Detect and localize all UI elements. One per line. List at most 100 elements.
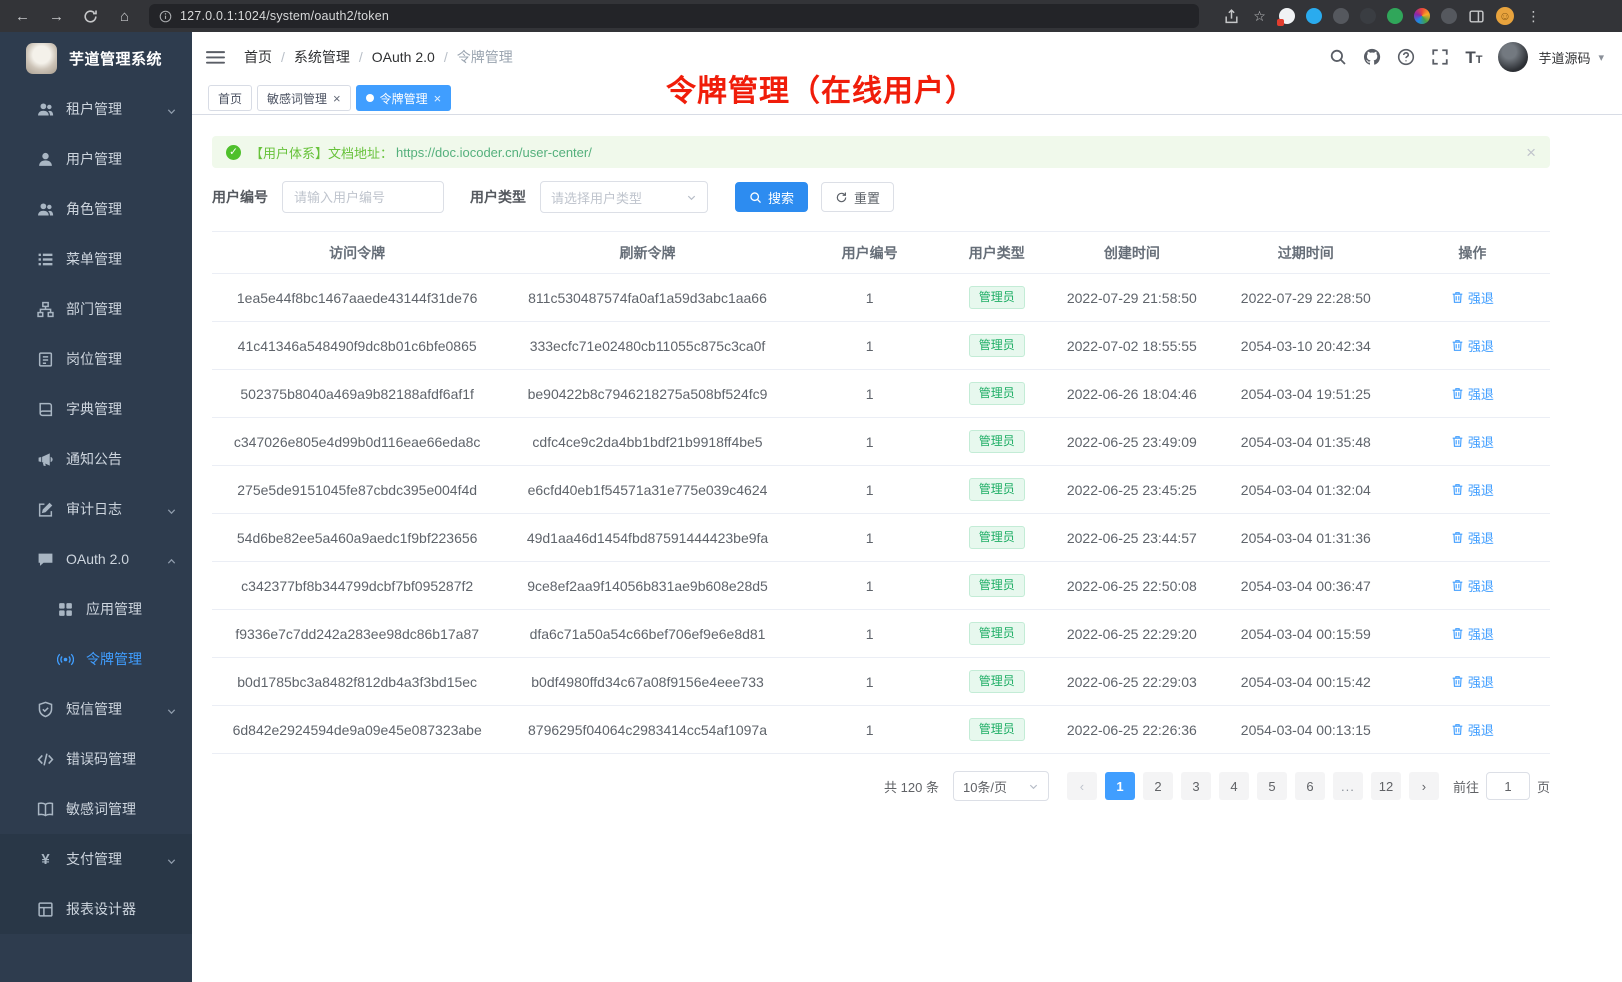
pagination-ellipsis[interactable]: ...: [1333, 772, 1363, 800]
search-button-label: 搜索: [768, 188, 794, 207]
tab-sensitive-word[interactable]: 敏感词管理 ×: [257, 85, 351, 111]
close-tab-icon[interactable]: ×: [333, 92, 341, 105]
sidebar-item-errcode[interactable]: 错误码管理: [0, 734, 192, 784]
reload-icon[interactable]: [82, 8, 99, 25]
force-logout-button[interactable]: 强退: [1451, 432, 1494, 451]
sidebar-item-role[interactable]: 角色管理: [0, 184, 192, 234]
user-type-badge: 管理员: [969, 718, 1025, 741]
access-token-cell: c347026e805e4d99b0d116eae66eda8c: [212, 418, 502, 466]
sidebar-item-menu[interactable]: 菜单管理: [0, 234, 192, 284]
font-size-icon[interactable]: TT: [1465, 49, 1482, 66]
force-logout-button[interactable]: 强退: [1451, 720, 1494, 739]
extension-icon[interactable]: [1279, 8, 1295, 24]
force-logout-button[interactable]: 强退: [1451, 624, 1494, 643]
search-icon: [749, 191, 762, 204]
force-logout-button[interactable]: 强退: [1451, 384, 1494, 403]
github-icon[interactable]: [1363, 48, 1381, 66]
pagination-page-6[interactable]: 6: [1295, 772, 1325, 800]
access-token-cell: 275e5de9151045fe87cbdc395e004f4d: [212, 466, 502, 514]
page-size-select[interactable]: 10条/页: [953, 771, 1049, 801]
refresh-token-cell: dfa6c71a50a54c66bef706ef9e6e8d81: [502, 610, 792, 658]
extension-icon[interactable]: [1306, 8, 1322, 24]
sidebar-item-oauth2-app[interactable]: 应用管理: [0, 584, 192, 634]
sidebar-item-tenant[interactable]: 租户管理: [0, 84, 192, 134]
breadcrumb-item[interactable]: OAuth 2.0: [372, 49, 435, 65]
tab-token[interactable]: 令牌管理×: [356, 85, 452, 111]
force-logout-button[interactable]: 强退: [1451, 528, 1494, 547]
app-logo[interactable]: 芋道管理系统: [0, 32, 192, 84]
sidebar-item-oauth2[interactable]: OAuth 2.0: [0, 534, 192, 584]
sidebar-item-audit-log[interactable]: 审计日志: [0, 484, 192, 534]
hamburger-icon[interactable]: [206, 49, 225, 66]
refresh-icon: [835, 191, 848, 204]
pagination-pages: 123456...12: [1101, 772, 1405, 800]
expire-time-cell: 2022-07-29 22:28:50: [1217, 274, 1395, 322]
user-type-badge: 管理员: [969, 334, 1025, 357]
home-icon[interactable]: ⌂: [116, 8, 133, 25]
user-id-input[interactable]: [282, 181, 444, 213]
pagination-page-2[interactable]: 2: [1143, 772, 1173, 800]
breadcrumb-item[interactable]: 系统管理: [294, 47, 350, 67]
tab-label: 敏感词管理: [267, 90, 327, 107]
sidebar-item-sensitive-word[interactable]: 敏感词管理: [0, 784, 192, 834]
info-icon[interactable]: [159, 10, 172, 23]
browser-profile-avatar[interactable]: ☺: [1496, 7, 1514, 25]
sidebar-item-dict[interactable]: 字典管理: [0, 384, 192, 434]
force-logout-button[interactable]: 强退: [1451, 672, 1494, 691]
alert-close-icon[interactable]: ×: [1526, 144, 1536, 161]
sidebar-item-report[interactable]: 报表设计器: [0, 884, 192, 934]
pagination-next-button[interactable]: ›: [1409, 772, 1439, 800]
sidebar-item-dept[interactable]: 部门管理: [0, 284, 192, 334]
column-header: 刷新令牌: [502, 232, 792, 274]
pagination-page-1[interactable]: 1: [1105, 772, 1135, 800]
logo-avatar: [26, 43, 57, 74]
reset-button[interactable]: 重置: [821, 182, 894, 212]
address-bar[interactable]: 127.0.0.1:1024/system/oauth2/token: [149, 4, 1199, 28]
pagination-page-3[interactable]: 3: [1181, 772, 1211, 800]
user-id-cell: 1: [793, 514, 947, 562]
chevron-up-icon: [166, 554, 177, 565]
tab-home[interactable]: 首页: [208, 85, 252, 111]
close-tab-icon[interactable]: ×: [434, 92, 442, 105]
user-avatar[interactable]: [1498, 42, 1528, 72]
force-logout-button[interactable]: 强退: [1451, 480, 1494, 499]
column-header: 创建时间: [1047, 232, 1217, 274]
pagination-page-4[interactable]: 4: [1219, 772, 1249, 800]
user-type-badge: 管理员: [969, 382, 1025, 405]
pagination-page-12[interactable]: 12: [1371, 772, 1401, 800]
sidebar-item-sms[interactable]: 短信管理: [0, 684, 192, 734]
pagination-page-5[interactable]: 5: [1257, 772, 1287, 800]
force-logout-button[interactable]: 强退: [1451, 288, 1494, 307]
force-logout-button[interactable]: 强退: [1451, 336, 1494, 355]
extension-icon[interactable]: [1441, 8, 1457, 24]
search-button[interactable]: 搜索: [735, 182, 808, 212]
share-icon[interactable]: [1223, 8, 1240, 25]
chevron-down-icon[interactable]: ▾: [1598, 51, 1604, 64]
extension-icon[interactable]: [1360, 8, 1376, 24]
back-icon[interactable]: ←: [14, 8, 31, 25]
sidebar-item-pay[interactable]: ¥支付管理: [0, 834, 192, 884]
pagination-prev-button[interactable]: ‹: [1067, 772, 1097, 800]
forward-icon[interactable]: →: [48, 8, 65, 25]
bookmark-star-icon[interactable]: ☆: [1251, 8, 1268, 25]
username[interactable]: 芋道源码: [1538, 48, 1590, 67]
search-icon[interactable]: [1329, 48, 1347, 66]
goto-page-input[interactable]: [1486, 772, 1530, 800]
alert-text: 【用户体系】文档地址：: [250, 143, 393, 162]
extension-icon[interactable]: [1333, 8, 1349, 24]
sidebar-item-post[interactable]: 岗位管理: [0, 334, 192, 384]
breadcrumb-item[interactable]: 首页: [244, 47, 272, 67]
user-type-select[interactable]: 请选择用户类型: [540, 181, 708, 213]
extension-icon[interactable]: [1414, 8, 1430, 24]
sidebar-item-notice[interactable]: 通知公告: [0, 434, 192, 484]
sidebar-item-oauth2-token[interactable]: 令牌管理: [0, 634, 192, 684]
sidebar-panel-icon[interactable]: [1468, 8, 1485, 25]
help-icon[interactable]: [1397, 48, 1415, 66]
access-token-cell: 6d842e2924594de9a09e45e087323abe: [212, 706, 502, 754]
menu-kebab-icon[interactable]: ⋮: [1525, 8, 1542, 25]
alert-doc-link[interactable]: https://doc.iocoder.cn/user-center/: [396, 145, 592, 160]
sidebar-item-user[interactable]: 用户管理: [0, 134, 192, 184]
extension-icon[interactable]: [1387, 8, 1403, 24]
force-logout-button[interactable]: 强退: [1451, 576, 1494, 595]
fullscreen-icon[interactable]: [1431, 48, 1449, 66]
